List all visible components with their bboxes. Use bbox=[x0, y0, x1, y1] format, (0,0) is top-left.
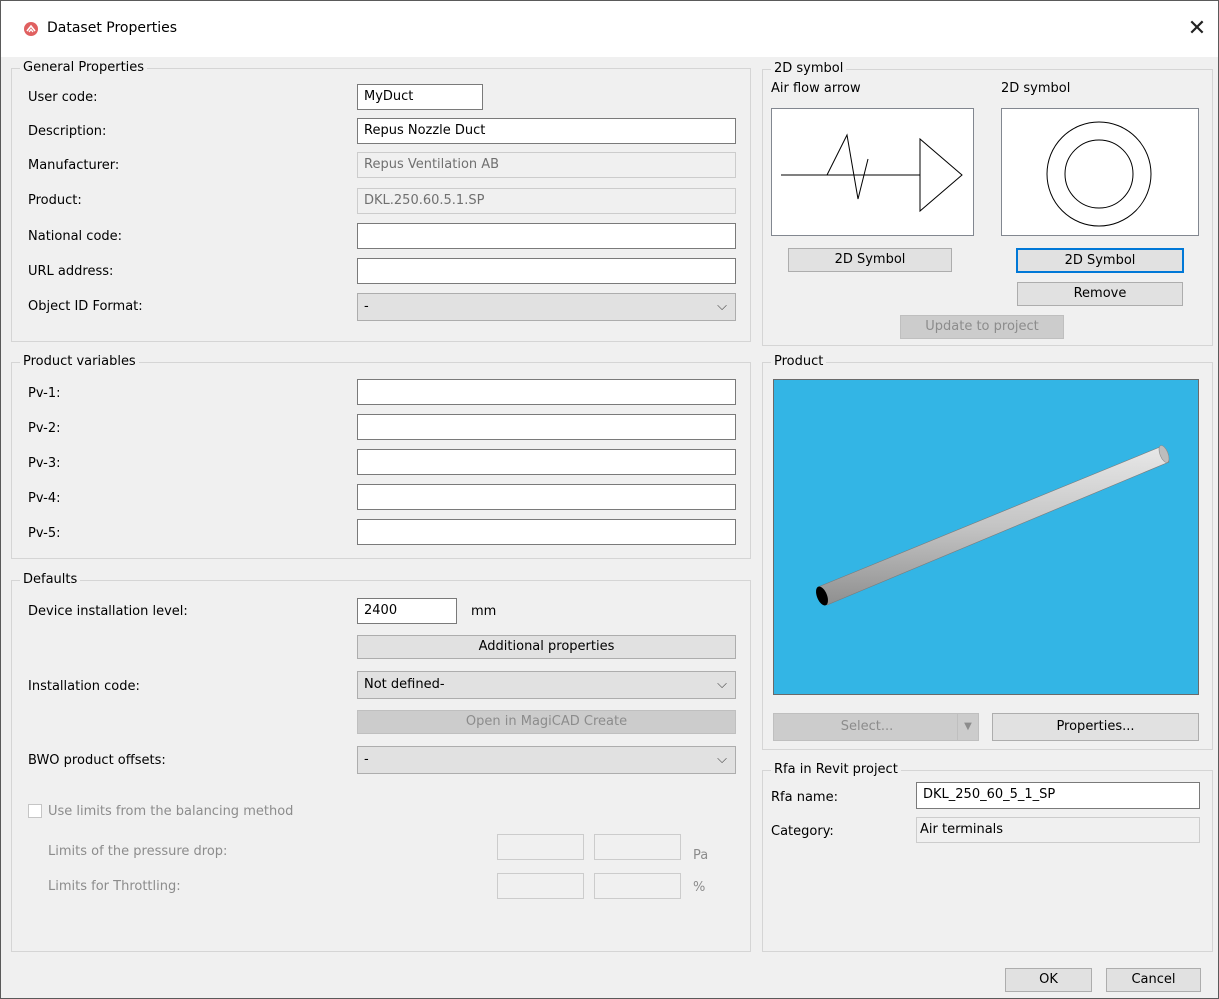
installation-code-select[interactable]: Not defined- ⌵ bbox=[357, 671, 736, 699]
product-legend: Product bbox=[771, 354, 827, 370]
installation-code-label: Installation code: bbox=[28, 679, 140, 694]
select-product-button[interactable]: Select... ▼ bbox=[773, 713, 979, 741]
update-to-project-button[interactable]: Update to project bbox=[900, 315, 1064, 339]
defaults-legend: Defaults bbox=[20, 572, 81, 588]
ok-button[interactable]: OK bbox=[1005, 968, 1092, 992]
symbol-2d-label: 2D symbol bbox=[1001, 81, 1071, 96]
additional-properties-button[interactable]: Additional properties bbox=[357, 635, 736, 659]
open-in-magicad-button[interactable]: Open in MagiCAD Create bbox=[357, 710, 736, 734]
installation-code-value: Not defined- bbox=[364, 677, 445, 692]
product-label: Product: bbox=[28, 193, 82, 208]
remove-button[interactable]: Remove bbox=[1017, 282, 1183, 306]
air-flow-arrow-preview bbox=[771, 108, 974, 236]
product-variables-legend: Product variables bbox=[20, 354, 139, 370]
air-flow-2d-symbol-button[interactable]: 2D Symbol bbox=[788, 248, 952, 272]
pv3-label: Pv-3: bbox=[28, 456, 61, 471]
dataset-properties-dialog: Dataset Properties ✕ General Properties … bbox=[0, 0, 1219, 999]
duct-3d-model-icon bbox=[816, 445, 1170, 606]
pv5-input[interactable] bbox=[357, 519, 736, 545]
throttling-unit: % bbox=[693, 880, 706, 895]
magicad-logo-icon bbox=[24, 22, 38, 36]
pv4-label: Pv-4: bbox=[28, 491, 61, 506]
use-limits-checkbox[interactable] bbox=[28, 804, 42, 818]
pv1-input[interactable] bbox=[357, 379, 736, 405]
round-duct-symbol-icon bbox=[1046, 121, 1152, 227]
dropdown-arrow-icon: ▼ bbox=[957, 714, 978, 740]
pv1-label: Pv-1: bbox=[28, 386, 61, 401]
user-code-input[interactable]: MyDuct bbox=[357, 84, 483, 110]
throttling-max-input[interactable] bbox=[594, 873, 681, 899]
bwo-offsets-label: BWO product offsets: bbox=[28, 753, 166, 768]
symbol-2d-legend: 2D symbol bbox=[771, 61, 847, 77]
pv2-input[interactable] bbox=[357, 414, 736, 440]
select-product-label: Select... bbox=[840, 719, 894, 734]
national-code-label: National code: bbox=[28, 229, 123, 244]
properties-button[interactable]: Properties... bbox=[992, 713, 1199, 741]
chevron-down-icon: ⌵ bbox=[717, 677, 727, 692]
cancel-button[interactable]: Cancel bbox=[1106, 968, 1201, 992]
install-level-unit: mm bbox=[471, 604, 497, 619]
category-field: Air terminals bbox=[916, 817, 1200, 843]
pv4-input[interactable] bbox=[357, 484, 736, 510]
pv3-input[interactable] bbox=[357, 449, 736, 475]
url-address-label: URL address: bbox=[28, 264, 114, 279]
pv5-label: Pv-5: bbox=[28, 526, 61, 541]
pressure-drop-min-input[interactable] bbox=[497, 834, 584, 860]
close-icon[interactable]: ✕ bbox=[1181, 13, 1213, 45]
national-code-input[interactable] bbox=[357, 223, 736, 249]
object-id-format-label: Object ID Format: bbox=[28, 299, 143, 314]
object-id-format-value: - bbox=[364, 299, 369, 314]
throttling-min-input[interactable] bbox=[497, 873, 584, 899]
throttling-label: Limits for Throttling: bbox=[48, 879, 181, 894]
chevron-down-icon: ⌵ bbox=[717, 299, 727, 314]
rfa-name-input[interactable]: DKL_250_60_5_1_SP bbox=[916, 782, 1200, 809]
object-id-format-select[interactable]: - ⌵ bbox=[357, 293, 736, 321]
bwo-offsets-select[interactable]: - ⌵ bbox=[357, 746, 736, 774]
air-flow-arrow-label: Air flow arrow bbox=[771, 81, 861, 96]
use-limits-label: Use limits from the balancing method bbox=[48, 804, 294, 819]
pressure-drop-label: Limits of the pressure drop: bbox=[48, 844, 228, 859]
url-address-input[interactable] bbox=[357, 258, 736, 284]
pv2-label: Pv-2: bbox=[28, 421, 61, 436]
chevron-down-icon: ⌵ bbox=[717, 752, 727, 767]
rfa-legend: Rfa in Revit project bbox=[771, 762, 901, 778]
install-level-input[interactable]: 2400 bbox=[357, 598, 457, 624]
pressure-drop-unit: Pa bbox=[693, 848, 709, 863]
air-flow-arrow-symbol-icon bbox=[781, 133, 963, 213]
pressure-drop-max-input[interactable] bbox=[594, 834, 681, 860]
manufacturer-field: Repus Ventilation AB bbox=[357, 152, 736, 178]
symbol-2d-preview bbox=[1001, 108, 1199, 236]
title-bar: Dataset Properties ✕ bbox=[1, 1, 1218, 57]
product-3d-viewport[interactable] bbox=[773, 379, 1199, 695]
general-properties-legend: General Properties bbox=[20, 60, 148, 76]
window-title: Dataset Properties bbox=[47, 20, 178, 36]
bwo-offsets-value: - bbox=[364, 752, 369, 767]
product-field: DKL.250.60.5.1.SP bbox=[357, 188, 736, 214]
manufacturer-label: Manufacturer: bbox=[28, 158, 120, 173]
user-code-label: User code: bbox=[28, 90, 98, 105]
category-label: Category: bbox=[771, 824, 834, 839]
rfa-name-label: Rfa name: bbox=[771, 790, 838, 805]
description-input[interactable]: Repus Nozzle Duct bbox=[357, 118, 736, 144]
symbol-2d-button[interactable]: 2D Symbol bbox=[1016, 248, 1184, 273]
description-label: Description: bbox=[28, 124, 107, 139]
install-level-label: Device installation level: bbox=[28, 604, 188, 619]
